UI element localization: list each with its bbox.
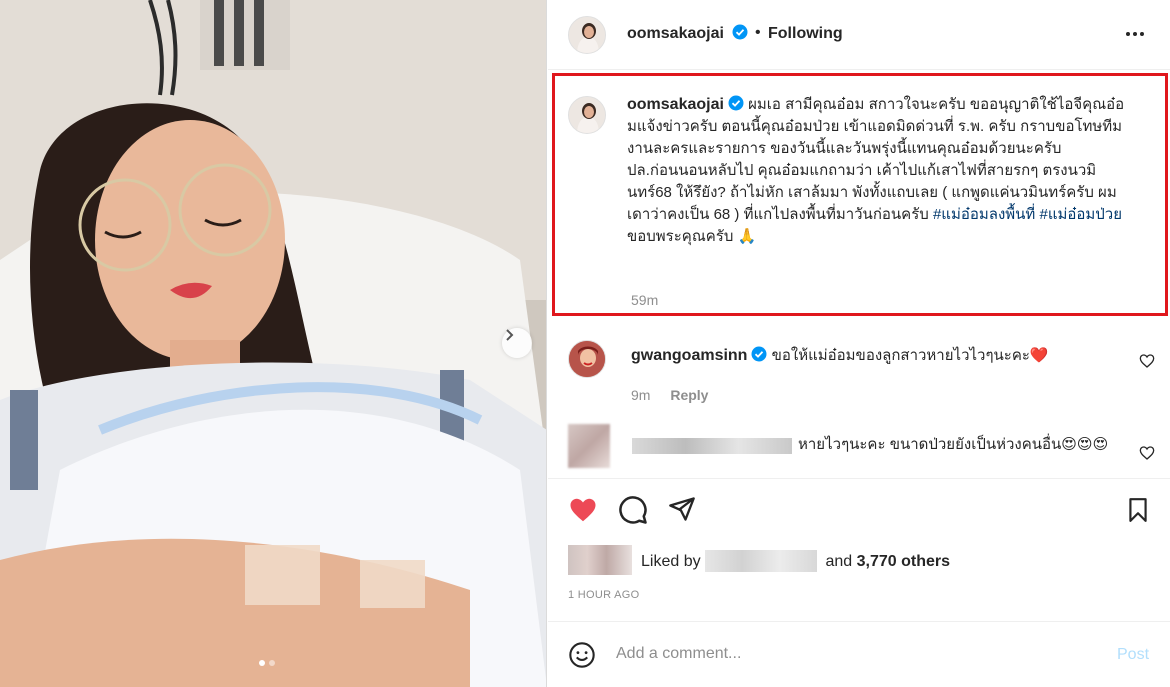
comment-like-icon[interactable] [1139, 445, 1155, 461]
carousel-dot-active [259, 660, 265, 666]
hashtag-link[interactable]: #แม่อ๋อมป่วย [1039, 206, 1122, 223]
post-details-panel: oomsakaojai • Following oomsakaojai ผมเอ… [548, 0, 1170, 687]
comment-timestamp: 9m [631, 387, 651, 403]
caption-author-avatar[interactable] [568, 96, 606, 134]
emoji-icon[interactable] [568, 641, 596, 669]
bookmark-save-icon[interactable] [1125, 495, 1151, 525]
caption-body: ผมเอ สามีคุณอ๋อม สกาวใจนะครับ ขออนุญาติใ… [627, 96, 1125, 223]
share-send-icon[interactable] [668, 495, 696, 523]
comment-meta: 9m Reply [631, 387, 708, 403]
photo-illustration [0, 0, 546, 687]
carousel-indicator [259, 660, 275, 666]
hashtag-link[interactable]: #แม่อ๋อมลงพื้นที่ [933, 206, 1035, 223]
post-header: oomsakaojai • Following [548, 0, 1170, 70]
post-photo[interactable] [0, 0, 547, 687]
verified-icon [732, 24, 748, 40]
commenter-username-blurred[interactable] [632, 438, 792, 454]
comment-text: gwangoamsinn ขอให้แม่อ๋อมของลูกสาวหายไวไ… [631, 345, 1091, 367]
comment-like-icon[interactable] [1139, 353, 1155, 369]
comment-body: ขอให้แม่อ๋อมของลูกสาวหายไวไวๆนะคะ❤️ [771, 347, 1049, 364]
caption-username[interactable]: oomsakaojai [627, 96, 724, 113]
caption-text: oomsakaojai ผมเอ สามีคุณอ๋อม สกาวใจนะครั… [627, 94, 1127, 248]
following-button[interactable]: Following [768, 25, 843, 43]
author-avatar[interactable] [568, 16, 606, 54]
commenter-avatar-blurred[interactable] [568, 424, 610, 468]
caption-timestamp: 59m [631, 292, 659, 308]
likes-text: Liked by and 3,770 others [641, 550, 950, 572]
like-heart-icon[interactable] [567, 495, 599, 525]
likes-summary: Liked by and 3,770 others [568, 545, 1128, 575]
liked-by-label: Liked by [641, 553, 701, 570]
more-options-button[interactable] [1125, 24, 1145, 49]
comment-input[interactable] [616, 640, 1086, 668]
avatar-image [569, 341, 605, 377]
verified-icon [751, 346, 767, 362]
liker-username-blurred[interactable] [705, 550, 818, 572]
post-timestamp[interactable]: 1 HOUR AGO [568, 589, 639, 601]
header-separator: • [755, 24, 761, 41]
commenter-username[interactable]: gwangoamsinn [631, 347, 747, 364]
verified-icon [728, 95, 744, 111]
verified-badge [732, 24, 748, 45]
carousel-next-button[interactable] [502, 328, 532, 358]
chevron-right-icon [506, 329, 514, 341]
and-label: and [825, 553, 853, 570]
comment-body: หายไวๆนะคะ ขนาดป่วยยังเป็นห่วงคนอื่น😍😍😍 [798, 436, 1109, 453]
add-comment-bar: Post [548, 621, 1170, 687]
author-username[interactable]: oomsakaojai [627, 25, 724, 43]
comment-icon[interactable] [618, 495, 648, 525]
post-actions: Liked by and 3,770 others 1 HOUR AGO [548, 478, 1170, 601]
commenter-avatar[interactable] [568, 340, 606, 378]
reply-button[interactable]: Reply [670, 387, 708, 403]
more-horizontal-icon [1126, 32, 1144, 36]
liker-avatars-blurred[interactable] [568, 545, 632, 575]
likes-others-link[interactable]: 3,770 others [857, 553, 950, 570]
post-comment-button[interactable]: Post [1117, 646, 1149, 664]
avatar-image [569, 17, 605, 53]
carousel-dot [269, 660, 275, 666]
